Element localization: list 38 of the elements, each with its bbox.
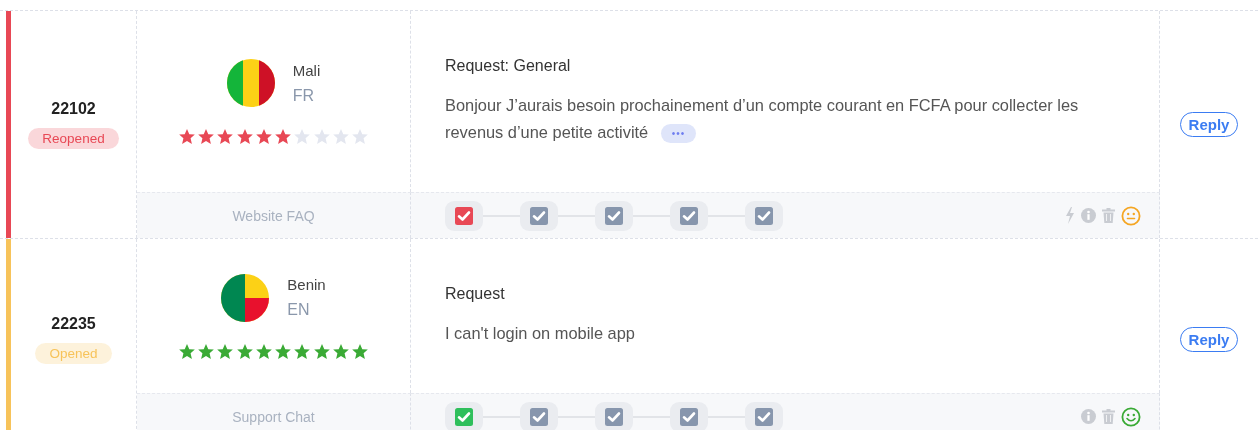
more-button[interactable]: ••• bbox=[660, 124, 697, 143]
reply-button[interactable]: Reply bbox=[1179, 326, 1239, 352]
step-chip[interactable] bbox=[445, 200, 483, 231]
star-icon bbox=[313, 129, 330, 144]
request-subject: Request: General bbox=[445, 57, 572, 75]
request-subject: Request bbox=[445, 285, 506, 303]
reply-button[interactable]: Reply bbox=[1179, 112, 1239, 137]
star-icon bbox=[352, 129, 369, 144]
trash-icon[interactable] bbox=[1102, 409, 1115, 424]
ticket-number: 22235 bbox=[51, 314, 96, 333]
step-chip[interactable] bbox=[520, 200, 558, 231]
trash-icon[interactable] bbox=[1102, 208, 1115, 223]
source-label: Support Chat bbox=[232, 408, 315, 425]
status-badge: Opened bbox=[35, 342, 112, 364]
step-chip[interactable] bbox=[595, 401, 633, 430]
star-icon bbox=[333, 129, 350, 144]
source-label: Website FAQ bbox=[232, 207, 315, 224]
info-icon[interactable] bbox=[1081, 208, 1096, 223]
step-chip[interactable] bbox=[745, 200, 783, 231]
neutral-face-icon[interactable] bbox=[1121, 205, 1141, 226]
language-code: FR bbox=[292, 86, 316, 105]
country-name: Mali bbox=[292, 61, 321, 79]
status-badge: Reopened bbox=[28, 128, 119, 149]
step-chip[interactable] bbox=[670, 200, 708, 231]
country-name: Benin bbox=[287, 276, 326, 293]
step-chip[interactable] bbox=[595, 200, 633, 231]
step-chip[interactable] bbox=[520, 401, 558, 430]
language-code: EN bbox=[287, 301, 311, 319]
step-chip[interactable] bbox=[745, 401, 783, 430]
step-chip[interactable] bbox=[670, 401, 708, 430]
lightning-icon[interactable] bbox=[1065, 207, 1075, 224]
ticket-number: 22102 bbox=[51, 100, 96, 118]
step-chip[interactable] bbox=[445, 401, 483, 430]
star-icon bbox=[294, 129, 311, 144]
request-message: Bonjour J’aurais besoin prochainement d’un compte courant en FCFA pour collecter les revenus d’une petite activité ••• bbox=[445, 95, 1080, 145]
request-message: I can't login on mobile app bbox=[445, 323, 635, 344]
info-icon[interactable] bbox=[1081, 409, 1096, 424]
smiley-face-icon[interactable] bbox=[1121, 406, 1141, 427]
